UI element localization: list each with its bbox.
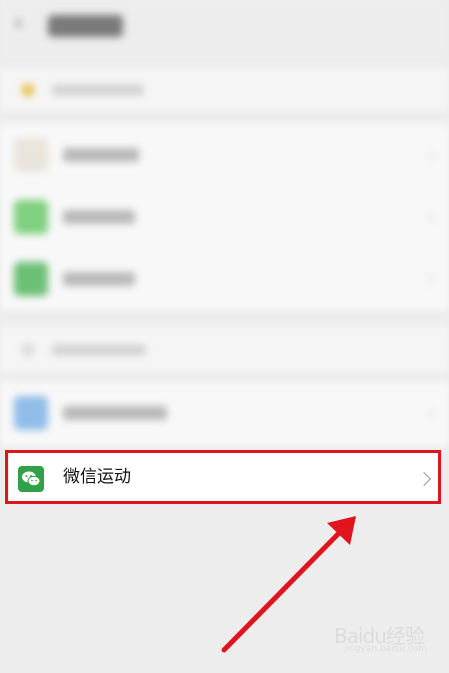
watermark-sub: jingyan.baidu.com (344, 644, 428, 654)
baidu-watermark: Baidu经验 jingyan.baidu.com (334, 620, 429, 660)
annotation-arrow (221, 516, 356, 653)
